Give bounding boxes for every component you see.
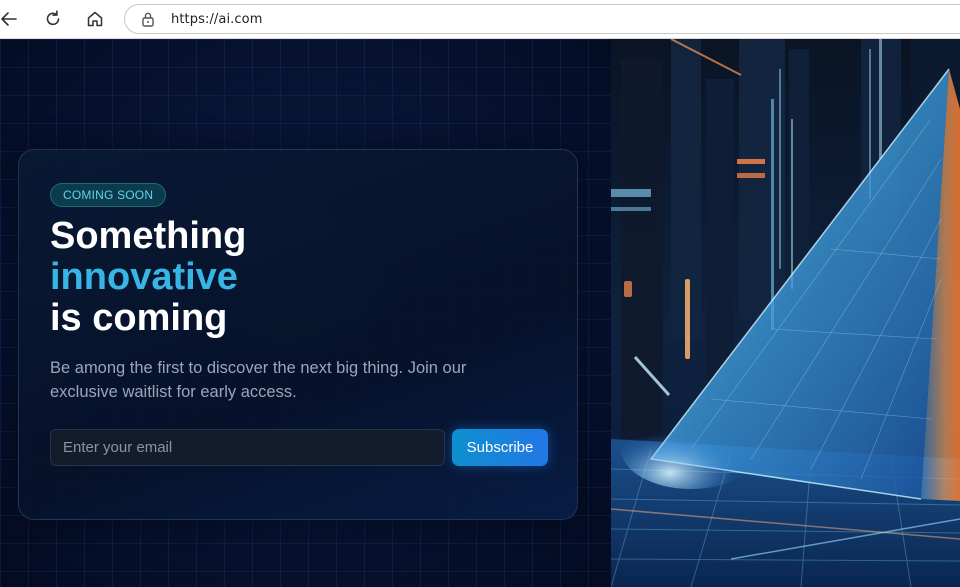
back-button[interactable] (0, 6, 22, 32)
coming-soon-badge: COMING SOON (50, 183, 167, 207)
hero-title: Something innovative is coming (50, 216, 246, 339)
crystal-city-illustration (610, 39, 960, 587)
lock-icon (142, 12, 154, 27)
title-line-2: innovative (50, 256, 238, 298)
reload-button[interactable] (40, 6, 66, 32)
landing-page: COMING SOON Something innovative is comi… (0, 39, 960, 587)
hero-description: Be among the first to discover the next … (50, 359, 467, 401)
home-icon (87, 11, 103, 27)
browser-toolbar: https://ai.com (0, 0, 960, 39)
title-line-1: Something (50, 215, 247, 257)
address-bar[interactable]: https://ai.com (124, 4, 960, 34)
reload-icon (46, 10, 60, 26)
title-line-3: is coming (50, 297, 228, 339)
email-input[interactable] (50, 429, 445, 466)
arrow-left-icon (1, 12, 17, 26)
subscribe-button[interactable]: Subscribe (452, 429, 548, 466)
home-button[interactable] (82, 6, 108, 32)
hero-section: COMING SOON Something innovative is comi… (0, 39, 611, 587)
url-text: https://ai.com (171, 12, 263, 27)
waitlist-card: COMING SOON Something innovative is comi… (18, 149, 578, 520)
hero-image (610, 39, 960, 587)
